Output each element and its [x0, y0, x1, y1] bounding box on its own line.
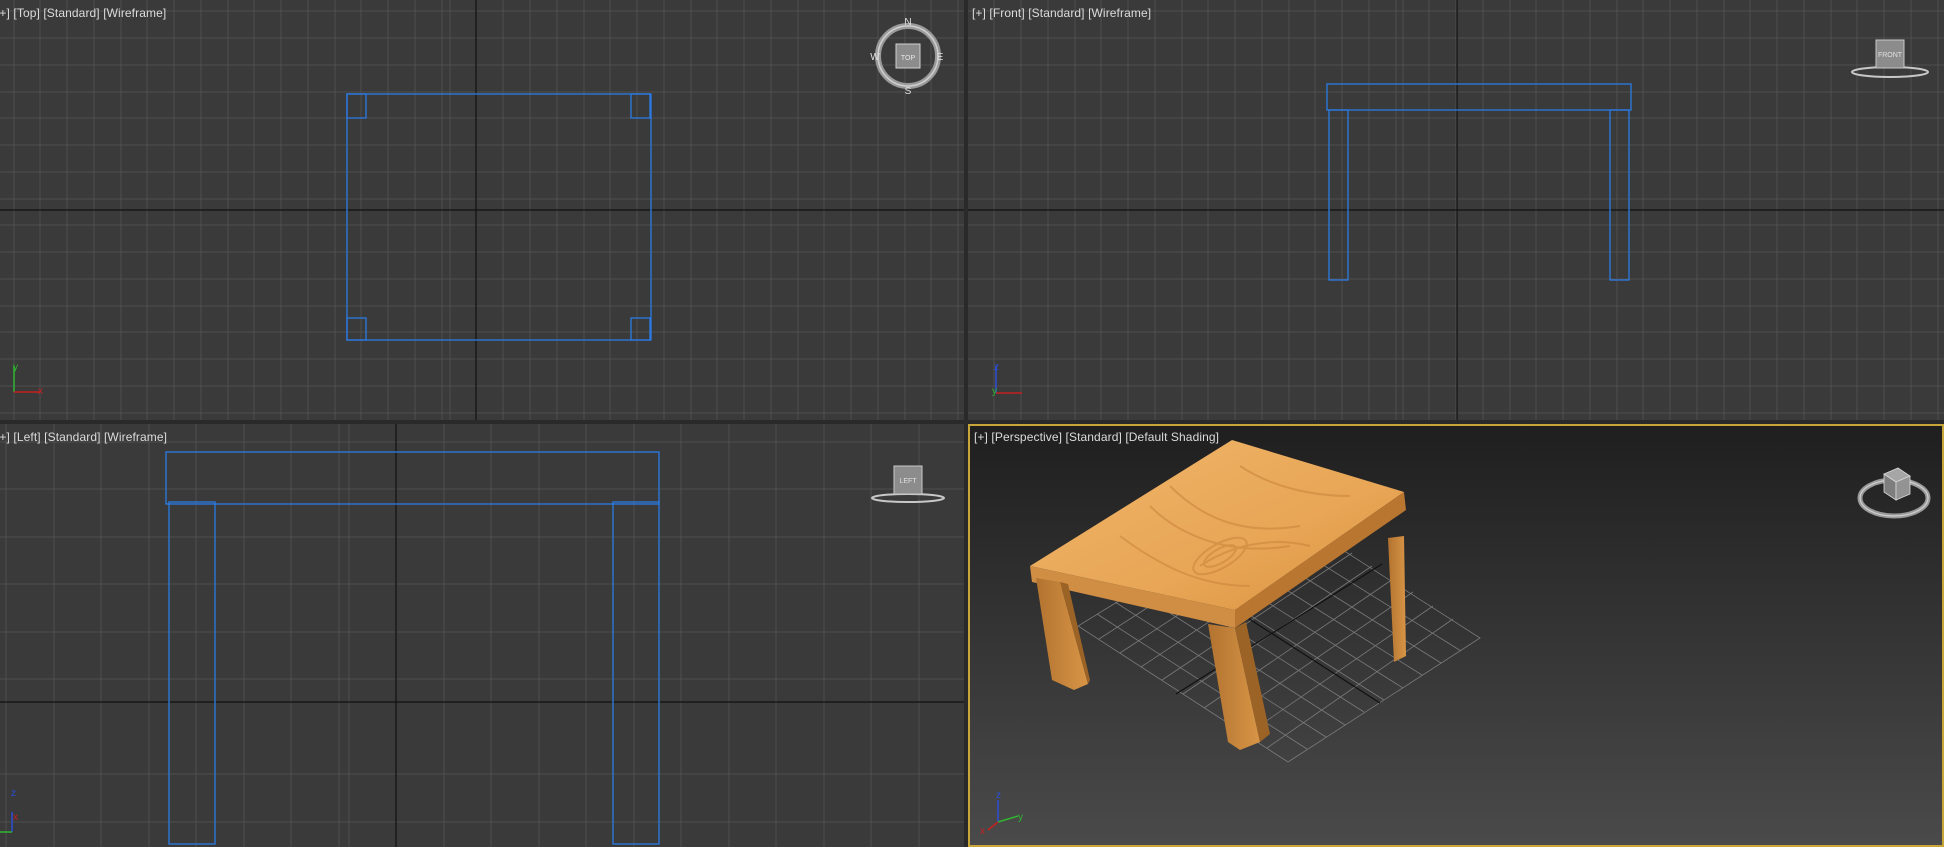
- viewport-menu-shading[interactable]: [Wireframe]: [1088, 6, 1151, 20]
- viewport-menu-mode[interactable]: [Standard]: [1028, 6, 1084, 20]
- svg-text:x: x: [13, 812, 18, 823]
- viewport-menu-shading[interactable]: [Wireframe]: [103, 6, 166, 20]
- viewport-menu-view[interactable]: [Front]: [989, 6, 1024, 20]
- viewport-menu-plus[interactable]: [+]: [972, 6, 986, 20]
- svg-text:LEFT: LEFT: [899, 478, 917, 485]
- viewport-menu-mode[interactable]: [Standard]: [43, 6, 99, 20]
- viewport-label-top: [+] [Top] [Standard] [Wireframe]: [0, 6, 166, 20]
- viewport-menu-plus[interactable]: [+]: [0, 430, 10, 444]
- viewport-perspective[interactable]: z y x [+] [Perspective] [Standard] [Defa…: [968, 424, 1944, 847]
- viewcube-compass[interactable]: TOP N S E W: [868, 14, 948, 96]
- compass-south-label: S: [905, 86, 912, 96]
- viewport-menu-view[interactable]: [Left]: [13, 430, 40, 444]
- svg-text:z: z: [994, 362, 999, 373]
- svg-text:z: z: [11, 788, 16, 799]
- viewport-top[interactable]: y x [+] [Top] [Standard] [Wireframe] TOP…: [0, 0, 964, 420]
- viewport-menu-view[interactable]: [Top]: [13, 6, 40, 20]
- svg-text:x: x: [980, 826, 985, 837]
- viewport-label-perspective: [+] [Perspective] [Standard] [Default Sh…: [974, 430, 1219, 444]
- svg-text:z: z: [996, 790, 1001, 801]
- svg-text:y: y: [13, 362, 18, 373]
- viewport-front[interactable]: z y [+] [Front] [Standard] [Wireframe] F…: [968, 0, 1944, 420]
- front-grid: z y: [968, 0, 1944, 420]
- compass-east-label: E: [937, 52, 944, 63]
- viewport-left[interactable]: z x [+] [Left] [Standard] [Wireframe] LE…: [0, 424, 964, 847]
- viewport-menu-view[interactable]: [Perspective]: [991, 430, 1062, 444]
- compass-west-label: W: [870, 52, 880, 63]
- viewport-menu-mode[interactable]: [Standard]: [44, 430, 100, 444]
- svg-text:y: y: [1018, 812, 1023, 823]
- svg-text:y: y: [992, 386, 997, 397]
- viewport-menu-shading[interactable]: [Wireframe]: [104, 430, 167, 444]
- svg-text:x: x: [38, 386, 43, 397]
- svg-text:TOP: TOP: [901, 55, 916, 62]
- viewcube-perspective[interactable]: [1854, 452, 1934, 524]
- viewport-menu-mode[interactable]: [Standard]: [1066, 430, 1122, 444]
- viewcube-front[interactable]: FRONT: [1848, 34, 1932, 82]
- svg-text:FRONT: FRONT: [1878, 52, 1903, 59]
- top-grid: y x: [0, 0, 964, 420]
- viewport-menu-plus[interactable]: [+]: [0, 6, 10, 20]
- viewport-label-front: [+] [Front] [Standard] [Wireframe]: [972, 6, 1151, 20]
- viewport-menu-shading[interactable]: [Default Shading]: [1125, 430, 1219, 444]
- compass-north-label: N: [904, 17, 911, 28]
- left-grid: z x: [0, 424, 964, 847]
- viewcube-left[interactable]: LEFT: [868, 460, 948, 508]
- perspective-scene: z y x: [970, 426, 1942, 845]
- viewport-label-left: [+] [Left] [Standard] [Wireframe]: [0, 430, 167, 444]
- viewport-menu-plus[interactable]: [+]: [974, 430, 988, 444]
